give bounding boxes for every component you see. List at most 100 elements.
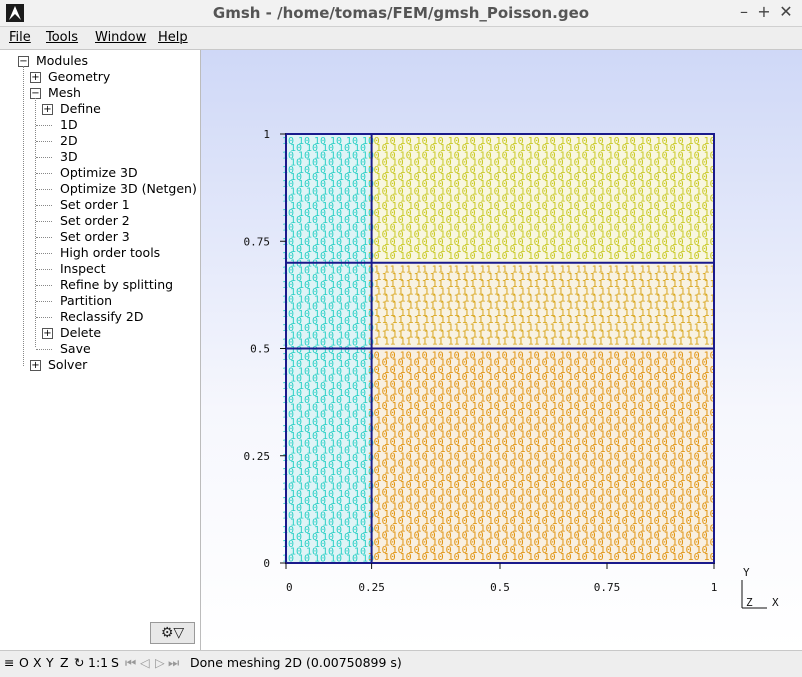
status-bar: ≡ O X Y Z ↻ 1:1 S ⏮ ◁ ▷ ⏭ Done meshing 2D (0.007508… xyxy=(0,650,802,677)
mesh-element-label: 10 xyxy=(640,552,652,563)
tree-connector xyxy=(36,221,52,222)
menu-file[interactable]: File xyxy=(9,30,31,45)
mesh-element-label: 11 xyxy=(512,337,524,348)
x-tick-label: 0.75 xyxy=(594,581,621,594)
mesh-element-label: 10 xyxy=(592,251,604,262)
tree-solver-label: Solver xyxy=(48,357,88,372)
expand-icon[interactable]: + xyxy=(42,328,53,339)
tree-connector xyxy=(36,301,52,302)
mesh-element-label: 10 xyxy=(400,251,412,262)
tree-connector xyxy=(36,189,52,190)
tree-mesh-item-label: 3D xyxy=(60,149,78,164)
ortho-button[interactable]: O xyxy=(19,655,29,670)
graphics-viewport[interactable]: 10 10 10 10 10 10 10 10 10 10 10 10 10 10 10 10 10 10 10 10… xyxy=(201,50,802,650)
mesh-element-label: 11 xyxy=(464,337,476,348)
mesh-element-label: 11 xyxy=(656,337,668,348)
mesh-element-label: 10 xyxy=(672,251,684,262)
mesh-element-label: 11 xyxy=(480,337,492,348)
mesh-element-label: 11 xyxy=(384,337,396,348)
y-view-button[interactable]: Y xyxy=(46,655,54,670)
last-step-icon[interactable]: ⏭ xyxy=(168,655,179,671)
select-button[interactable]: S xyxy=(111,655,119,670)
tree-mesh-item-label: Optimize 3D xyxy=(60,165,138,180)
next-step-icon[interactable]: ▷ xyxy=(155,655,165,670)
maximize-button[interactable]: + xyxy=(754,2,774,22)
mesh-element-label: 11 xyxy=(560,337,572,348)
tree-connector xyxy=(36,173,52,174)
mesh-element-label: 10 xyxy=(400,552,412,563)
mesh-element-label: 11 xyxy=(432,337,444,348)
tree-mesh-item-label: Define xyxy=(60,101,101,116)
tree-connector xyxy=(36,317,52,318)
tree-connector xyxy=(36,285,52,286)
mesh-element-label: 10 xyxy=(624,251,636,262)
expand-icon[interactable]: + xyxy=(30,360,41,371)
mesh-element-label: 10 xyxy=(512,552,524,563)
mesh-element-label: 10 xyxy=(432,552,444,563)
tree-mesh-item-label: Partition xyxy=(60,293,113,308)
mesh-element-label: 10 xyxy=(624,552,636,563)
mesh-element-label: 10 xyxy=(432,251,444,262)
window-title: Gmsh - /home/tomas/FEM/gmsh_Poisson.geo xyxy=(212,4,590,22)
close-button[interactable]: ✕ xyxy=(776,2,796,22)
scale-1-1-button[interactable]: 1:1 xyxy=(88,655,108,670)
mesh-element-label: 10 xyxy=(416,251,428,262)
first-step-icon[interactable]: ⏮ xyxy=(125,655,136,671)
settings-gear-button[interactable]: ⚙▽ xyxy=(150,622,195,644)
mesh-element-label: 10 xyxy=(592,552,604,563)
mesh-element-label: 10 xyxy=(528,251,540,262)
menu-bar: File Tools Window Help xyxy=(0,27,802,50)
tree-mesh-item-label: 2D xyxy=(60,133,78,148)
expand-icon[interactable]: + xyxy=(42,104,53,115)
tree-connector xyxy=(36,157,52,158)
tree-connector xyxy=(36,205,52,206)
status-message: Done meshing 2D (0.00750899 s) xyxy=(190,655,402,670)
mesh-element-label: 11 xyxy=(592,337,604,348)
tree-mesh-item-label: High order tools xyxy=(60,245,161,260)
y-tick-label: 1 xyxy=(263,128,270,141)
mesh-element-label: 11 xyxy=(688,337,700,348)
prev-step-icon[interactable]: ◁ xyxy=(140,655,150,670)
mesh-element-label: 10 xyxy=(496,552,508,563)
tree-connector xyxy=(36,269,52,270)
mesh-element-label: 10 xyxy=(384,552,396,563)
tree-mesh-item-label: 1D xyxy=(60,117,78,132)
mesh-element-label: 10 xyxy=(544,251,556,262)
x-tick-label: 1 xyxy=(711,581,718,594)
minimize-button[interactable]: – xyxy=(734,2,754,22)
mesh-element-label: 10 xyxy=(512,251,524,262)
menu-window[interactable]: Window xyxy=(95,30,146,45)
title-bar: Gmsh - /home/tomas/FEM/gmsh_Poisson.geo … xyxy=(0,0,802,27)
hamburger-icon[interactable]: ≡ xyxy=(4,655,14,670)
tree-connector xyxy=(36,237,52,238)
mesh-element-label: 11 xyxy=(448,337,460,348)
tree-connector xyxy=(36,349,52,350)
rotate-icon[interactable]: ↻ xyxy=(74,655,84,670)
tree-mesh-item-label: Save xyxy=(60,341,91,356)
module-tree: − Modules + Geometry − Mesh + Define 1D 2D 3… xyxy=(0,50,201,650)
menu-tools[interactable]: Tools xyxy=(46,30,78,45)
mesh-element-label: 10 xyxy=(656,552,668,563)
tree-modules-label: Modules xyxy=(36,53,88,68)
z-view-button[interactable]: Z xyxy=(60,655,69,670)
y-tick-label: 0 xyxy=(263,557,270,570)
mesh-element-label: 10 xyxy=(608,552,620,563)
mesh-element-label: 11 xyxy=(608,337,620,348)
menu-help[interactable]: Help xyxy=(158,30,188,45)
mesh-plot[interactable]: 10 10 10 10 10 1010 10 10 10 1010 10 10 10 10 1010 10 10… xyxy=(201,50,802,650)
tree-guide xyxy=(35,98,36,347)
mesh-element-label: 11 xyxy=(400,337,412,348)
mesh-element-label: 11 xyxy=(368,337,380,348)
tree-mesh-item-label: Optimize 3D (Netgen) xyxy=(60,181,197,196)
x-view-button[interactable]: X xyxy=(33,655,42,670)
mesh-element-label: 11 xyxy=(544,337,556,348)
mesh-element-label: 10 xyxy=(496,251,508,262)
mesh-element-label: 10 xyxy=(688,552,700,563)
x-tick-label: 0.25 xyxy=(358,581,385,594)
mesh-element-label: 11 xyxy=(672,337,684,348)
expand-icon[interactable]: + xyxy=(30,72,41,83)
mesh-element-label: 11 xyxy=(576,337,588,348)
mesh-element-label: 10 xyxy=(464,251,476,262)
mesh-element-label: 10 xyxy=(464,552,476,563)
mesh-element-label: 11 xyxy=(624,337,636,348)
